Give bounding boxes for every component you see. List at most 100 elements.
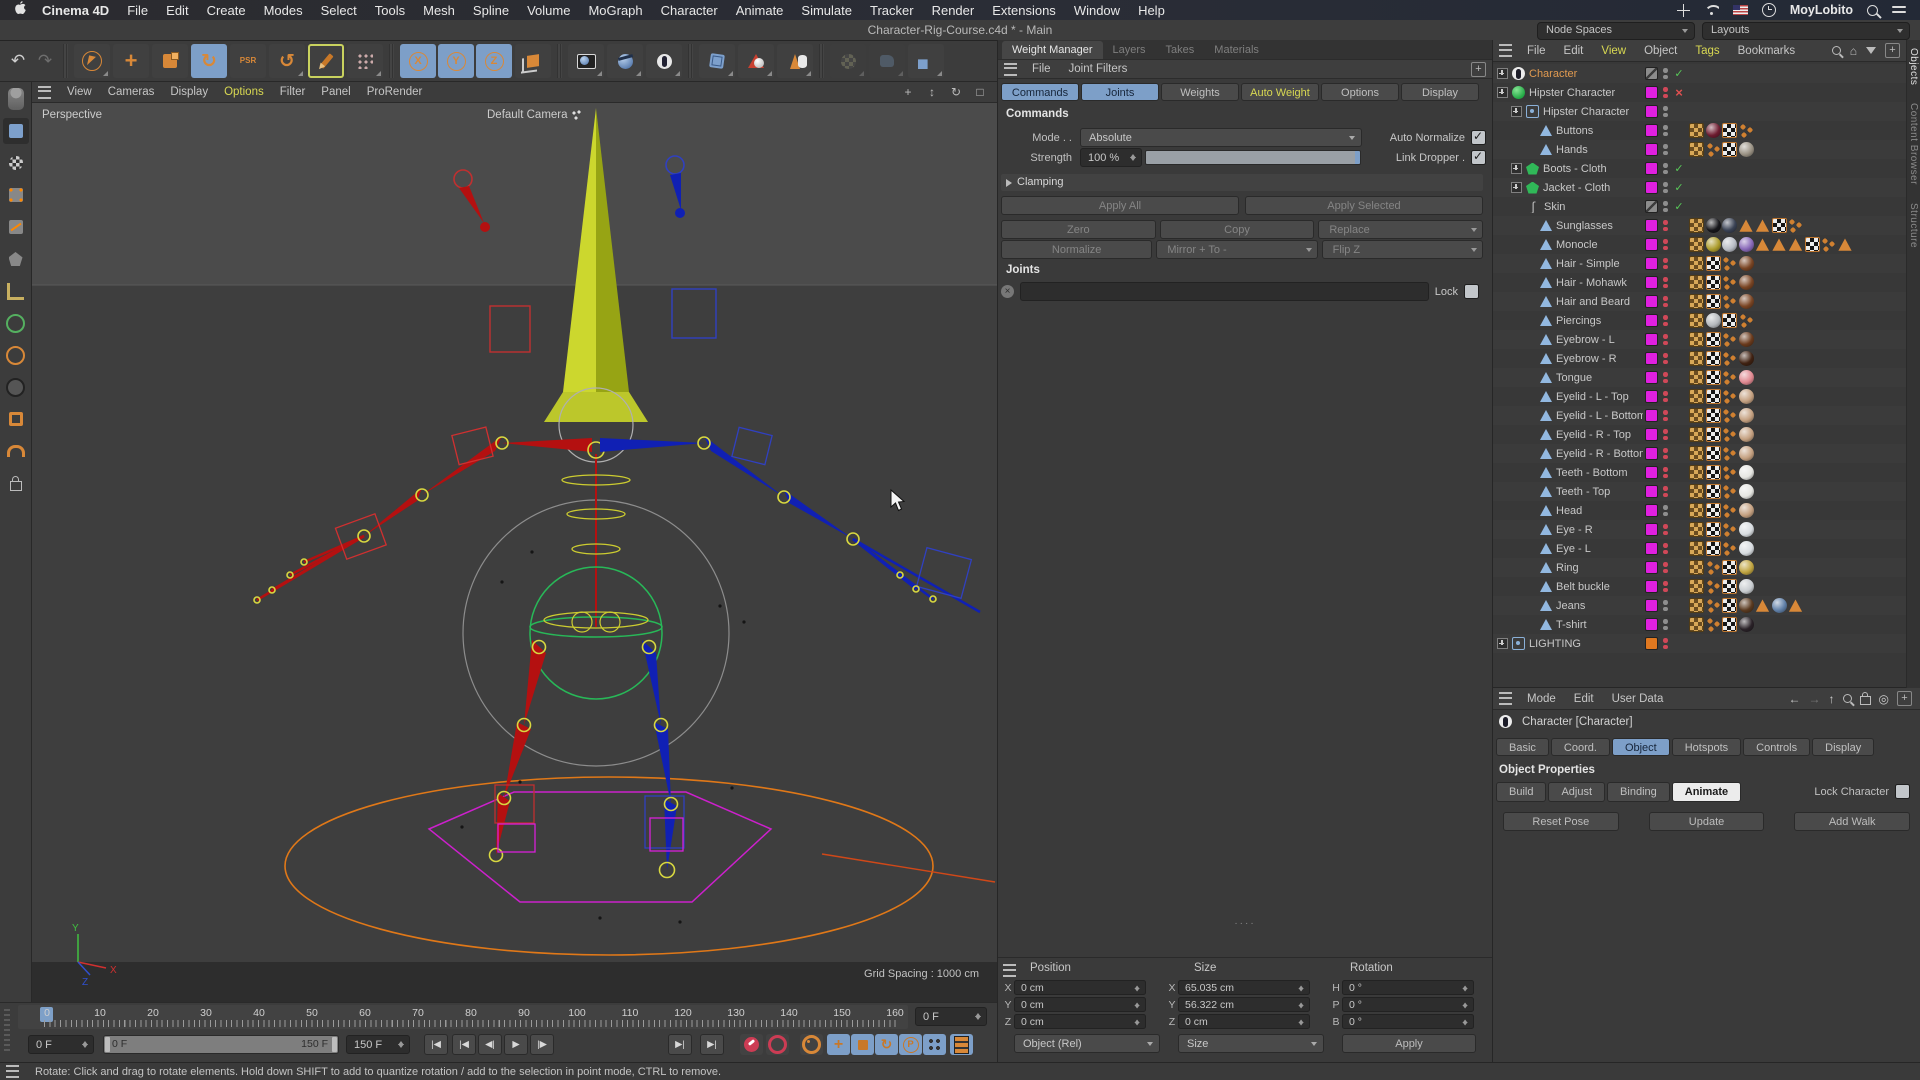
menu-animate[interactable]: Animate [727,3,793,18]
xpresso-tag-icon[interactable] [1722,294,1737,309]
om-home-icon[interactable]: ⌂ [1850,44,1857,58]
xpresso-tag-icon[interactable] [1706,617,1721,632]
uv-tag-icon[interactable] [1722,142,1737,157]
redo-icon[interactable]: ↷ [33,51,57,71]
range-start-field[interactable]: 0 F [28,1035,94,1054]
stepper-icon[interactable] [1129,151,1138,164]
stepper-icon[interactable] [1298,1017,1306,1028]
visibility-dots[interactable] [1663,638,1668,649]
expander-icon[interactable] [1511,163,1522,174]
tree-row-ring[interactable]: Ring [1493,558,1906,577]
tree-row-belt-buckle[interactable]: Belt buckle [1493,577,1906,596]
am-tab-coord[interactable]: Coord. [1551,738,1610,756]
weight-tag-icon[interactable] [1689,275,1704,290]
tree-row-eyelid-r-bottom[interactable]: Eyelid - R - Bottom [1493,444,1906,463]
tree-row-hair-simple[interactable]: Hair - Simple [1493,254,1906,273]
am-mode-adjust[interactable]: Adjust [1548,782,1605,802]
tree-row-head[interactable]: Head [1493,501,1906,520]
material-tag-icon[interactable] [1739,370,1754,385]
apple-icon[interactable] [14,1,27,19]
accessibility-icon[interactable] [1677,4,1690,17]
visibility-dots[interactable] [1663,68,1668,79]
link-dropper-checkbox[interactable] [1471,150,1486,165]
uv-tag-icon[interactable] [1706,332,1721,347]
stepper-icon[interactable] [1462,1000,1470,1011]
stepper-icon[interactable] [1298,983,1306,994]
uv-tag-icon[interactable] [1706,541,1721,556]
am-mode-build[interactable]: Build [1496,782,1546,802]
material-tag-icon[interactable] [1739,427,1754,442]
tree-row-buttons[interactable]: Buttons [1493,121,1906,140]
tree-row-hands[interactable]: Hands [1493,140,1906,159]
uv-tag-icon[interactable] [1706,446,1721,461]
edge-mode-icon[interactable] [3,214,29,240]
xpresso-tag-icon[interactable] [1722,427,1737,442]
menu-spline[interactable]: Spline [464,3,518,18]
visibility-dots[interactable] [1663,619,1668,630]
side-tab-objects[interactable]: Objects [1908,48,1919,85]
tree-row-sunglasses[interactable]: Sunglasses [1493,216,1906,235]
layer-swatch[interactable] [1645,162,1658,175]
visibility-dots[interactable] [1663,505,1668,516]
material-tag-icon[interactable] [1739,446,1754,461]
clock-icon[interactable] [1762,3,1776,17]
solo-single-icon[interactable] [3,342,29,368]
menu-modes[interactable]: Modes [255,3,312,18]
wifi-icon[interactable] [1704,5,1719,16]
visibility-dots[interactable] [1663,562,1668,573]
layer-swatch[interactable] [1645,333,1658,346]
xpresso-tag-icon[interactable] [1706,142,1721,157]
weight-tag-icon[interactable] [1689,522,1704,537]
material-tag-icon[interactable] [1739,351,1754,366]
coords-hamburger-icon[interactable] [1003,964,1016,977]
material-tag-icon[interactable] [1739,579,1754,594]
menu-render[interactable]: Render [923,3,984,18]
xpresso-tag-icon[interactable] [1722,408,1737,423]
visibility-dots[interactable] [1663,315,1668,326]
visibility-dots[interactable] [1663,581,1668,592]
weight-tag-icon[interactable] [1689,541,1704,556]
om-menu-bookmarks[interactable]: Bookmarks [1729,45,1805,57]
visibility-dots[interactable] [1663,372,1668,383]
weight-tag-icon[interactable] [1689,617,1704,632]
rotate-ring-icon[interactable]: ↺ [269,44,305,78]
selection-tag-icon[interactable] [1755,237,1770,252]
layer-swatch[interactable] [1645,124,1658,137]
xpresso-tag-icon[interactable] [1788,218,1803,233]
visibility-dots[interactable] [1663,220,1668,231]
uv-tag-icon[interactable] [1706,408,1721,423]
layer-swatch[interactable] [1645,181,1658,194]
viewport-pan-icon[interactable]: + [901,85,915,99]
apply-all-button[interactable]: Apply All [1001,196,1239,215]
layer-swatch[interactable] [1645,599,1658,612]
clear-search-icon[interactable]: × [1001,285,1014,298]
point-mode-icon[interactable] [3,182,29,208]
apply-button[interactable]: Apply [1342,1034,1476,1053]
layer-swatch[interactable] [1645,561,1658,574]
material-tag-icon[interactable] [1739,142,1754,157]
visibility-dots[interactable] [1663,144,1668,155]
xpresso-tag-icon[interactable] [1722,332,1737,347]
selection-tag-icon[interactable] [1755,598,1770,613]
parent-object-icon[interactable]: ↑ [1829,692,1835,706]
uv-tag-icon[interactable] [1722,617,1737,632]
wm-tab-commands[interactable]: Commands [1001,83,1079,101]
layer-swatch[interactable] [1645,276,1658,289]
weight-tag-icon[interactable] [1689,123,1704,138]
menu-cinema-4d[interactable]: Cinema 4D [33,3,118,18]
texture-axis-icon[interactable] [3,406,29,432]
character-tool-icon[interactable] [908,44,944,78]
rotate-icon[interactable]: ↻ [191,44,227,78]
viewport[interactable]: ViewCamerasDisplayOptionsFilterPanelProR… [32,82,997,1002]
am-menu-edit[interactable]: Edit [1565,693,1603,705]
clamping-section[interactable]: Clamping [1001,174,1483,191]
menu-mograph[interactable]: MoGraph [579,3,651,18]
tree-row-jacket-cloth[interactable]: Jacket - Cloth✓ [1493,178,1906,197]
uv-tag-icon[interactable] [1706,389,1721,404]
move-icon[interactable]: + [113,44,149,78]
current-frame-field[interactable]: 0 F [915,1007,987,1026]
xpresso-tag-icon[interactable] [1722,522,1737,537]
xpresso-tag-icon[interactable] [1722,465,1737,480]
play-button[interactable]: ▶ [504,1034,528,1055]
material-tag-icon[interactable] [1739,503,1754,518]
